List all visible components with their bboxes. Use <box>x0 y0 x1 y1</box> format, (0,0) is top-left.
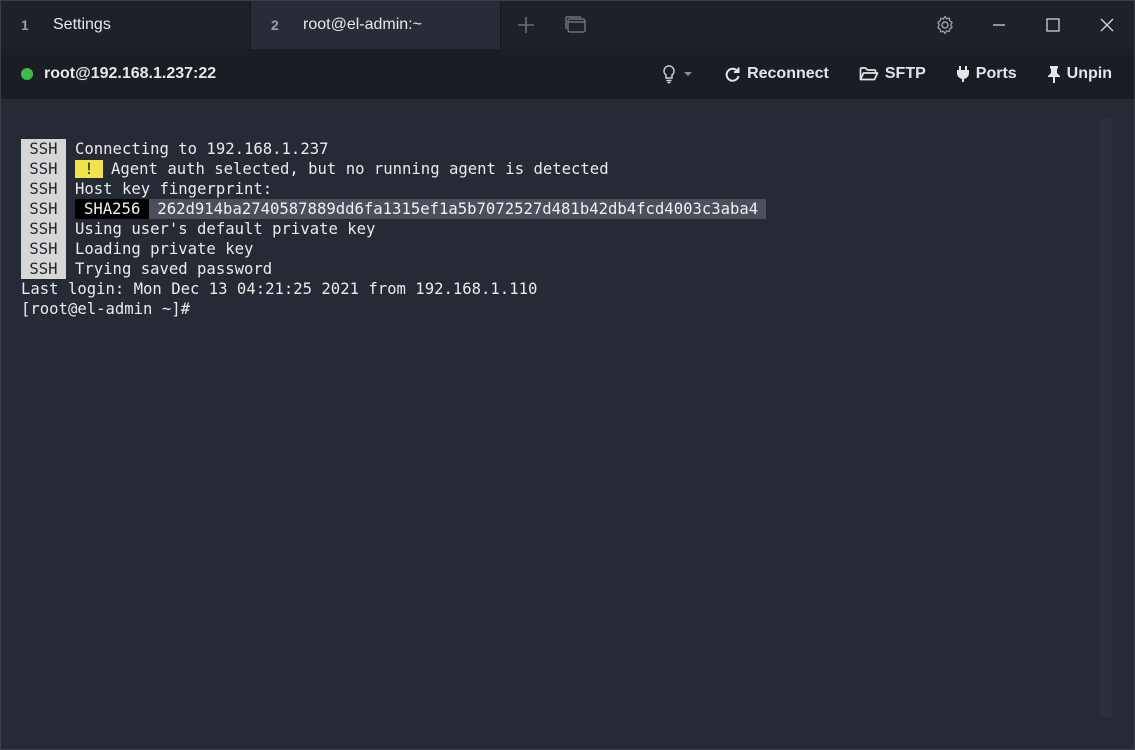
tab-number: 1 <box>21 17 29 33</box>
maximize-icon <box>1046 18 1060 32</box>
terminal-line: SSH Loading private key <box>21 239 253 259</box>
ssh-tag: SSH <box>21 159 66 179</box>
ssh-tag: SSH <box>21 219 66 239</box>
terminal-line: SSH! Agent auth selected, but no running … <box>21 159 609 179</box>
tab-settings[interactable]: 1 Settings <box>1 1 251 49</box>
line-text: Trying saved password <box>75 260 273 278</box>
reconnect-button[interactable]: Reconnect <box>724 65 829 83</box>
tab-session[interactable]: 2 root@el-admin:~ <box>251 1 501 49</box>
new-tab-button[interactable] <box>501 1 551 49</box>
gear-icon <box>937 15 953 35</box>
tab-number: 2 <box>271 17 279 33</box>
unpin-label: Unpin <box>1066 65 1112 82</box>
terminal-output[interactable]: SSH Connecting to 192.168.1.237 SSH! Agent… <box>1 99 1134 749</box>
host-label: root@192.168.1.237:22 <box>44 65 217 82</box>
line-text: Host key fingerprint: <box>75 180 273 198</box>
color-scheme-dropdown[interactable] <box>661 64 694 84</box>
warning-tag: ! <box>75 160 103 178</box>
reconnect-icon <box>725 67 740 82</box>
settings-button[interactable] <box>918 1 972 49</box>
ssh-tag: SSH <box>21 199 66 219</box>
sftp-button[interactable]: SFTP <box>859 65 926 83</box>
sftp-label: SFTP <box>884 65 926 82</box>
tab-label: root@el-admin:~ <box>303 16 422 33</box>
ports-button[interactable]: Ports <box>956 65 1017 83</box>
ssh-tag: SSH <box>21 179 66 199</box>
minimize-icon <box>993 24 1005 26</box>
minimize-button[interactable] <box>972 1 1026 49</box>
connection-status: root@192.168.1.237:22 <box>1 65 216 83</box>
ssh-tag: SSH <box>21 239 66 259</box>
plug-icon <box>956 66 969 82</box>
reconnect-label: Reconnect <box>747 65 829 82</box>
session-toolbar: root@192.168.1.237:22 Reconnect SFTP Por… <box>1 49 1134 99</box>
lightbulb-icon <box>663 65 675 84</box>
chevron-down-icon <box>684 72 693 76</box>
pin-icon <box>1047 66 1060 83</box>
terminal-prompt: [root@el-admin ~]# <box>21 299 190 319</box>
terminal-line: SSH Connecting to 192.168.1.237 <box>21 139 328 159</box>
terminal-line: SSH Host key fingerprint: <box>21 179 272 199</box>
line-text: Agent auth selected, but no running agen… <box>111 160 609 178</box>
title-spacer <box>601 1 918 49</box>
terminal-window: 1 Settings 2 root@el-admin:~ root@192.16… <box>0 0 1135 750</box>
ssh-tag: SSH <box>21 139 66 159</box>
tab-bar: 1 Settings 2 root@el-admin:~ <box>1 1 1134 49</box>
plus-icon <box>518 17 534 33</box>
unpin-button[interactable]: Unpin <box>1047 65 1112 83</box>
line-text: Connecting to 192.168.1.237 <box>75 140 329 158</box>
terminal-line: Last login: Mon Dec 13 04:21:25 2021 fro… <box>21 279 537 299</box>
line-text: Loading private key <box>75 240 254 258</box>
close-button[interactable] <box>1080 1 1134 49</box>
line-text: Using user's default private key <box>75 220 376 238</box>
ports-label: Ports <box>975 65 1017 82</box>
window-layout-button[interactable] <box>551 1 601 49</box>
fingerprint-value: 262d914ba2740587889dd6fa1315ef1a5b707252… <box>149 199 767 219</box>
sha256-tag: SHA256 <box>75 199 150 219</box>
maximize-button[interactable] <box>1026 1 1080 49</box>
terminal-line: SSH Trying saved password <box>21 259 272 279</box>
status-dot-icon <box>21 68 33 80</box>
terminal-line: SSH Using user's default private key <box>21 219 375 239</box>
folder-open-icon <box>859 67 879 81</box>
ssh-tag: SSH <box>21 259 66 279</box>
prompt-text: [root@el-admin ~]# <box>21 300 190 318</box>
terminal-scrollbar[interactable] <box>1100 119 1112 717</box>
tab-label: Settings <box>53 16 111 33</box>
line-text: Last login: Mon Dec 13 04:21:25 2021 fro… <box>21 280 538 298</box>
windows-icon <box>565 16 586 33</box>
close-icon <box>1100 18 1114 32</box>
terminal-line: SSH SHA256 262d914ba2740587889dd6fa1315ef1… <box>21 199 767 219</box>
